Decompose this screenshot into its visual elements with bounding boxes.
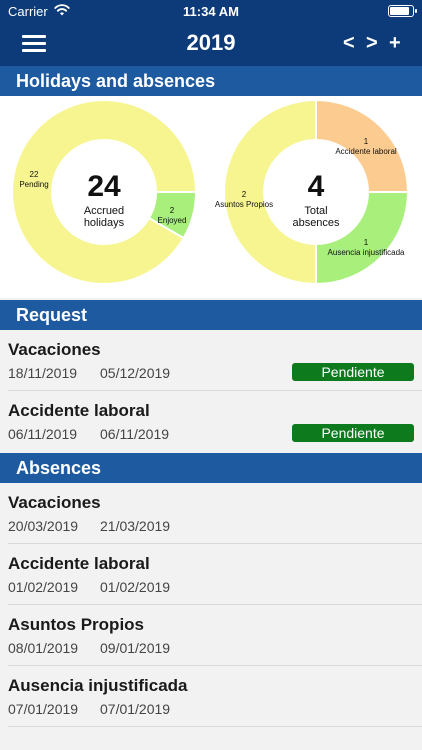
holidays-center-label-1: Accrued <box>84 205 124 217</box>
absence-name: Accidente laboral <box>8 554 150 573</box>
year-title: 2019 <box>186 30 236 55</box>
absence-start-date: 08/01/2019 <box>8 640 79 656</box>
absences-center-label-1: Total <box>304 205 327 217</box>
ausencia-injustificada-label: Ausencia injustificada <box>328 248 405 257</box>
battery-level <box>390 7 410 15</box>
request-name: Vacaciones <box>8 340 101 359</box>
request-start-date: 18/11/2019 <box>8 365 78 381</box>
asuntos-propios-label: Asuntos Propios <box>215 200 273 209</box>
absences-center-value: 4 <box>308 170 325 203</box>
absence-end-date: 09/01/2019 <box>100 640 171 656</box>
absence-start-date: 20/03/2019 <box>8 518 79 534</box>
asuntos-propios-count: 2 <box>242 190 247 199</box>
status-badge: Pendiente <box>292 424 414 442</box>
charts-panel: 24 Accrued holidays 22 Pending 2 Enjoyed… <box>0 96 422 298</box>
ausencia-injustificada-count: 1 <box>364 238 369 247</box>
navigation-bar: 2019 < > + <box>0 22 422 66</box>
accidente-laboral-slice[interactable] <box>315 98 410 193</box>
hamburger-menu-icon[interactable] <box>22 33 46 53</box>
absence-end-date: 21/03/2019 <box>100 518 171 534</box>
holidays-donut: 24 Accrued holidays 22 Pending 2 Enjoyed <box>11 99 198 285</box>
absences-donut: 4 Total absences 1 Accidente laboral 1 A… <box>215 98 410 286</box>
request-end-date: 05/12/2019 <box>100 365 171 381</box>
absence-end-date: 01/02/2019 <box>100 579 171 595</box>
asuntos-propios-slice[interactable] <box>223 98 317 286</box>
add-button[interactable]: + <box>389 32 401 55</box>
request-item[interactable]: Accidente laboral 06/11/2019 06/11/2019 … <box>0 391 422 452</box>
clock: 11:34 AM <box>183 4 239 19</box>
absence-name: Ausencia injustificada <box>8 676 188 695</box>
accidente-laboral-count: 1 <box>364 137 369 146</box>
absence-item[interactable]: Asuntos Propios 08/01/2019 09/01/2019 <box>0 605 422 666</box>
holidays-center-label-2: holidays <box>84 217 125 229</box>
status-badge: Pendiente <box>292 363 414 381</box>
request-name: Accidente laboral <box>8 401 150 420</box>
previous-year-button[interactable]: < <box>343 32 355 55</box>
section-header-request: Request <box>0 300 422 330</box>
absence-name: Asuntos Propios <box>8 615 145 634</box>
donut-charts: 24 Accrued holidays 22 Pending 2 Enjoyed… <box>11 98 410 286</box>
absences-center-label-2: absences <box>292 217 340 229</box>
enjoyed-label: Enjoyed <box>158 216 187 225</box>
request-end-date: 06/11/2019 <box>100 426 170 442</box>
accidente-laboral-label: Accidente laboral <box>335 147 397 156</box>
absence-start-date: 01/02/2019 <box>8 579 79 595</box>
section-header-absences: Absences <box>0 453 422 483</box>
absence-item[interactable]: Accidente laboral 01/02/2019 01/02/2019 <box>0 544 422 605</box>
absence-start-date: 07/01/2019 <box>8 701 79 717</box>
section-header-holidays: Holidays and absences <box>0 66 422 96</box>
pending-count: 22 <box>30 170 39 179</box>
divider <box>8 726 422 727</box>
request-start-date: 06/11/2019 <box>8 426 78 442</box>
holidays-center-value: 24 <box>87 170 121 203</box>
enjoyed-count: 2 <box>170 206 175 215</box>
pending-label: Pending <box>19 180 48 189</box>
next-year-button[interactable]: > <box>366 32 378 55</box>
battery-icon <box>388 5 417 17</box>
absence-item[interactable]: Ausencia injustificada 07/01/2019 07/01/… <box>0 666 422 727</box>
ausencia-injustificada-slice[interactable] <box>315 191 410 286</box>
absence-name: Vacaciones <box>8 493 101 512</box>
status-bar: Carrier 11:34 AM <box>0 0 422 22</box>
request-item[interactable]: Vacaciones 18/11/2019 05/12/2019 Pendien… <box>0 330 422 391</box>
absence-item[interactable]: Vacaciones 20/03/2019 21/03/2019 <box>0 483 422 544</box>
absence-end-date: 07/01/2019 <box>100 701 171 717</box>
